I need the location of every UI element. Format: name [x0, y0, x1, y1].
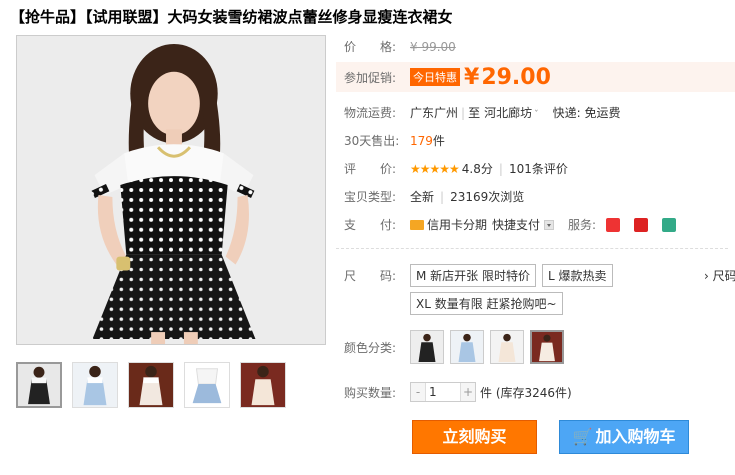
- view-count: 23169次浏览: [450, 190, 525, 204]
- price-label: 价 格:: [344, 40, 397, 54]
- credit-installment[interactable]: 信用卡分期: [427, 216, 487, 233]
- shipping-label: 物流运费:: [344, 106, 397, 120]
- main-product-image[interactable]: [16, 35, 326, 345]
- review-count-link[interactable]: 101条评价: [509, 160, 568, 177]
- sales-row: 30天售出: 179 件: [344, 132, 445, 149]
- size-option-l[interactable]: L 爆款热卖: [541, 264, 613, 287]
- ship-from: 广东广州: [410, 106, 459, 120]
- color-option-1[interactable]: [410, 330, 444, 364]
- buy-now-button[interactable]: 立刻购买: [412, 420, 537, 454]
- product-title: 【抢牛品】【试用联盟】大码女装雪纺裙波点蕾丝修身显瘦连衣裙女: [10, 8, 453, 26]
- color-option-4[interactable]: [530, 330, 564, 364]
- add-to-cart-label: 加入购物车: [595, 427, 676, 446]
- add-to-cart-button[interactable]: 🛒 加入购物车: [559, 420, 689, 454]
- rating-stars: ★★★★★: [410, 161, 460, 176]
- sales-count: 179: [410, 133, 433, 148]
- size-label: 尺 码:: [344, 269, 397, 283]
- size-row: 尺 码: M 新店开张 限时特价 L 爆款热卖 XL 数量有限 赶紧抢购吧~ › …: [344, 264, 735, 315]
- quantity-row: 购买数量: - + 件 (库存3246件): [344, 382, 572, 402]
- item-type-label: 宝贝类型:: [344, 190, 397, 204]
- rating-row: 评 价: ★★★★★ 4.8分 | 101条评价: [344, 160, 568, 177]
- thumbnail-3[interactable]: [128, 362, 174, 408]
- ship-to: 河北廊坊: [484, 106, 533, 120]
- section-divider: [336, 248, 728, 249]
- item-type-row: 宝贝类型: 全新 | 23169次浏览: [344, 189, 525, 205]
- thumbnail-2[interactable]: [72, 362, 118, 408]
- size-chart-link[interactable]: › 尺码: [704, 267, 735, 284]
- chevron-down-icon: ˇ: [534, 110, 539, 120]
- service-label: 服务:: [568, 218, 597, 232]
- sales-label: 30天售出:: [344, 134, 400, 148]
- original-price: ¥ 99.00: [410, 39, 456, 54]
- authentic-icon[interactable]: [634, 217, 649, 232]
- item-condition: 全新: [410, 190, 435, 204]
- rating-label: 评 价:: [344, 162, 397, 176]
- credit-card-icon: [410, 219, 424, 230]
- promo-badge: 今日特惠: [410, 68, 460, 86]
- size-option-m[interactable]: M 新店开张 限时特价: [410, 264, 536, 287]
- price-row: 价 格: ¥ 99.00: [344, 38, 456, 55]
- promo-price: 29.00: [481, 64, 551, 90]
- promo-label: 参加促销:: [344, 70, 397, 85]
- color-option-2[interactable]: [450, 330, 484, 364]
- thumbnail-strip: [16, 362, 286, 408]
- shipping-row: 物流运费: 广东广州 | 至 河北廊坊 ˇ 快递: 免运费: [344, 104, 621, 121]
- invoice-icon[interactable]: [662, 217, 677, 232]
- color-row: 颜色分类:: [344, 330, 570, 364]
- shipping-fee: 快递: 免运费: [552, 106, 621, 120]
- cart-icon: 🛒: [572, 427, 593, 446]
- quick-pay[interactable]: 快捷支付: [492, 216, 540, 233]
- payment-label: 支 付:: [344, 218, 397, 232]
- quantity-input[interactable]: [425, 383, 461, 401]
- color-option-3[interactable]: [490, 330, 524, 364]
- 7day-return-icon[interactable]: [606, 217, 621, 232]
- size-option-xl[interactable]: XL 数量有限 赶紧抢购吧~: [410, 292, 563, 315]
- thumbnail-1[interactable]: [16, 362, 62, 408]
- payment-row: 支 付: 信用卡分期 快捷支付 服务:: [344, 216, 677, 233]
- ship-to-word: 至: [468, 106, 481, 120]
- currency-symbol: ¥: [464, 64, 480, 90]
- payment-dropdown-icon[interactable]: [544, 219, 555, 230]
- rating-score: 4.8分: [461, 162, 493, 176]
- thumbnail-4[interactable]: [184, 362, 230, 408]
- dress-photo: [17, 36, 325, 344]
- quantity-label: 购买数量:: [344, 385, 397, 400]
- quantity-stepper: - +: [410, 382, 476, 402]
- color-label: 颜色分类:: [344, 340, 397, 355]
- ship-to-dropdown[interactable]: 河北廊坊 ˇ: [484, 104, 539, 121]
- thumbnail-5[interactable]: [240, 362, 286, 408]
- quantity-decrease-button[interactable]: -: [411, 383, 425, 401]
- promo-row: 参加促销: 今日特惠 ¥ 29.00: [336, 62, 735, 92]
- sales-unit: 件: [432, 134, 445, 148]
- quantity-increase-button[interactable]: +: [461, 383, 475, 401]
- stock-info: 件 (库存3246件): [480, 385, 572, 400]
